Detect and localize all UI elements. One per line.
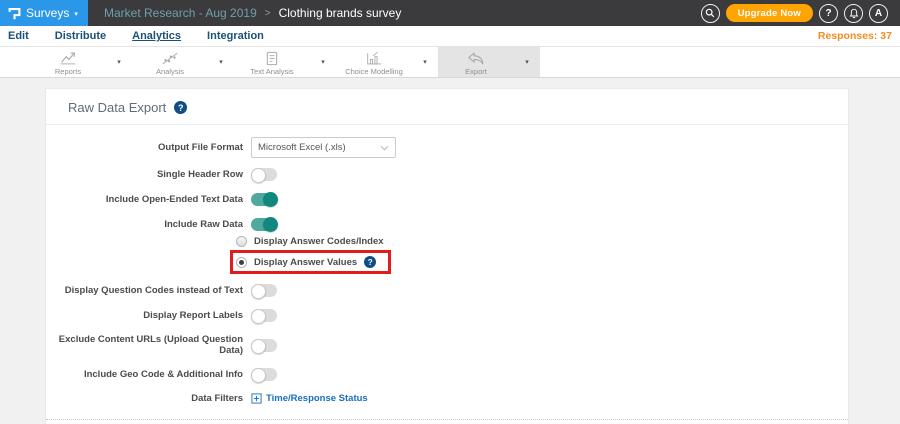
raw-data-export-panel: Raw Data Export ? Output File Format Mic…: [45, 88, 849, 424]
avatar-initial: A: [874, 7, 883, 19]
chevron-down-icon: [380, 145, 389, 151]
radio-label: Display Answer Values: [254, 256, 358, 268]
section-nav: Edit Distribute Analytics Integration Re…: [0, 26, 900, 47]
toolbar-item-reports[interactable]: Reports ▾: [30, 47, 132, 77]
chevron-down-icon[interactable]: ▾: [514, 47, 540, 77]
field-label: Display Question Codes instead of Text: [64, 285, 243, 296]
analytics-toolbar: Reports ▾ Analysis ▾ Text Analysis ▾ Cho…: [0, 47, 900, 78]
field-label: Exclude Content URLs (Upload Question Da…: [58, 334, 243, 356]
field-label: Display Report Labels: [143, 310, 243, 321]
document-icon: [265, 51, 279, 66]
toolbar-item-label: Choice Modelling: [345, 66, 403, 76]
chevron-down-icon[interactable]: ▾: [310, 47, 336, 77]
field-label: Data Filters: [191, 393, 243, 404]
nav-item-distribute[interactable]: Distribute: [55, 30, 106, 42]
toolbar-item-label: Reports: [54, 66, 82, 76]
link-label: Time/Response Status: [266, 393, 368, 404]
form-row-data-filters: Data Filters Time/Response Status: [46, 393, 848, 404]
select-value: Microsoft Excel (.xls): [258, 142, 346, 153]
single-header-row-toggle[interactable]: [251, 168, 277, 183]
chevron-down-icon[interactable]: ▾: [412, 47, 438, 77]
product-name: Surveys: [26, 6, 70, 20]
highlight-annotation: Display Answer Values ?: [230, 250, 392, 274]
questionpro-logo-icon: [8, 7, 21, 19]
toolbar-item-choice-modelling[interactable]: Choice Modelling ▾: [336, 47, 438, 77]
export-options-form: Output File Format Microsoft Excel (.xls…: [46, 125, 848, 424]
account-avatar[interactable]: A: [869, 3, 888, 23]
search-icon: [705, 8, 715, 18]
page-content: Raw Data Export ? Output File Format Mic…: [0, 78, 900, 424]
upgrade-now-button[interactable]: Upgrade Now: [725, 4, 813, 22]
surveys-menu[interactable]: Surveys ▾: [0, 0, 88, 26]
download-row: Download: [46, 420, 848, 424]
radio-option-codes-index[interactable]: Display Answer Codes/Index: [236, 236, 848, 247]
toolbar-item-label: Analysis: [156, 66, 184, 76]
form-row-include-geo-code: Include Geo Code & Additional Info: [46, 368, 848, 383]
form-row-display-report-labels: Display Report Labels: [46, 309, 848, 324]
radio-label: Display Answer Codes/Index: [254, 236, 384, 247]
raw-data-display-radio-group: Display Answer Codes/Index Display Answe…: [230, 236, 848, 274]
form-row-display-question-codes: Display Question Codes instead of Text: [46, 284, 848, 299]
breadcrumb-survey-name: Clothing brands survey: [278, 6, 402, 20]
toolbar-item-label: Text Analysis: [250, 66, 294, 76]
scatter-chart-icon: [161, 51, 179, 66]
topbar-actions: Upgrade Now ? A: [700, 0, 900, 26]
help-button[interactable]: ?: [819, 3, 838, 23]
chevron-down-icon[interactable]: ▾: [106, 47, 132, 77]
breadcrumb: Market Research - Aug 2019 > Clothing br…: [88, 0, 401, 26]
form-row-single-header-row: Single Header Row: [46, 168, 848, 183]
include-open-ended-toggle[interactable]: [251, 192, 278, 207]
bell-icon: [849, 8, 858, 18]
toolbar-item-analysis[interactable]: Analysis ▾: [132, 47, 234, 77]
nav-item-analytics[interactable]: Analytics: [132, 30, 181, 42]
display-report-labels-toggle[interactable]: [251, 309, 277, 324]
breadcrumb-survey-group[interactable]: Market Research - Aug 2019: [104, 6, 257, 20]
field-label: Include Raw Data: [164, 219, 243, 230]
output-file-format-select[interactable]: Microsoft Excel (.xls): [251, 137, 396, 158]
form-row-include-open-ended: Include Open-Ended Text Data: [46, 192, 848, 207]
top-bar: Surveys ▾ Market Research - Aug 2019 > C…: [0, 0, 900, 26]
radio-option-answer-values[interactable]: Display Answer Values ?: [236, 256, 377, 268]
help-icon[interactable]: ?: [174, 101, 188, 114]
field-label: Include Geo Code & Additional Info: [83, 369, 243, 380]
field-label: Single Header Row: [156, 169, 243, 180]
breadcrumb-separator: >: [264, 7, 271, 19]
help-icon[interactable]: ?: [364, 256, 377, 268]
form-row-exclude-content-urls: Exclude Content URLs (Upload Question Da…: [46, 334, 848, 356]
toolbar-item-text-analysis[interactable]: Text Analysis ▾: [234, 47, 336, 77]
page-title: Raw Data Export: [68, 100, 167, 115]
panel-header: Raw Data Export ?: [46, 89, 848, 125]
export-arrow-icon: [467, 51, 485, 66]
chevron-down-icon: ▾: [74, 10, 78, 18]
plus-box-icon: [251, 393, 262, 404]
help-icon: ?: [825, 7, 832, 19]
form-row-include-raw-data: Include Raw Data: [46, 217, 848, 232]
include-raw-data-toggle[interactable]: [251, 217, 278, 232]
search-button[interactable]: [700, 3, 720, 23]
include-geo-code-toggle[interactable]: [251, 368, 277, 383]
notifications-button[interactable]: [844, 3, 863, 23]
responses-count[interactable]: Responses: 37: [818, 30, 892, 42]
radio-button[interactable]: [236, 256, 247, 268]
toolbar-item-label: Export: [465, 66, 487, 76]
form-row-output-file-format: Output File Format Microsoft Excel (.xls…: [46, 137, 848, 158]
field-label: Output File Format: [158, 142, 243, 153]
radio-button[interactable]: [236, 236, 247, 247]
chevron-down-icon[interactable]: ▾: [208, 47, 234, 77]
field-label: Include Open-Ended Text Data: [105, 194, 243, 205]
toolbar-item-export[interactable]: Export ▾: [438, 47, 540, 77]
nav-item-edit[interactable]: Edit: [8, 30, 29, 42]
exclude-content-urls-toggle[interactable]: [251, 338, 277, 354]
line-chart-icon: [59, 51, 77, 66]
time-response-status-link[interactable]: Time/Response Status: [251, 393, 368, 404]
display-question-codes-toggle[interactable]: [251, 284, 277, 299]
nav-item-integration[interactable]: Integration: [207, 30, 264, 42]
bar-chart-icon: [365, 51, 383, 66]
